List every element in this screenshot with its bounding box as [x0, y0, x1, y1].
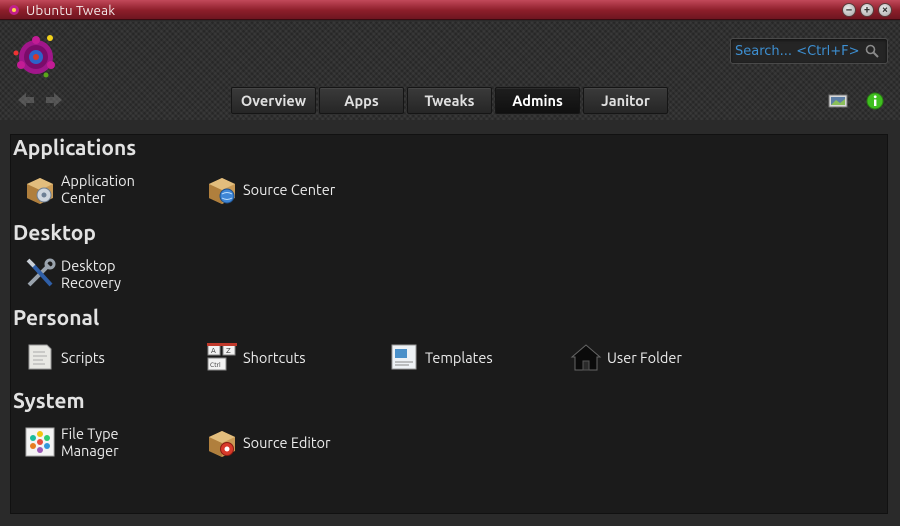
ubuntu-tweak-logo-icon: [13, 35, 55, 78]
item-label: Source Editor: [243, 433, 331, 451]
main-tabs: Overview Apps Tweaks Admins Janitor: [231, 87, 668, 114]
item-label: User Folder: [607, 348, 682, 366]
item-label: Templates: [425, 348, 493, 366]
script-icon: [28, 344, 52, 370]
back-arrow-icon[interactable]: [18, 93, 34, 107]
home-folder-icon: [570, 344, 602, 371]
file-type-icon: [25, 427, 55, 457]
item-scripts[interactable]: Scripts: [23, 339, 171, 375]
item-application-center[interactable]: Application Center: [23, 171, 171, 207]
package-edit-icon: [209, 431, 235, 457]
svg-text:Z: Z: [226, 347, 231, 355]
window-title: Ubuntu Tweak: [26, 1, 116, 18]
section-title-personal: Personal: [13, 305, 100, 329]
tab-apps[interactable]: Apps: [319, 87, 404, 114]
item-source-center[interactable]: Source Center: [205, 171, 353, 207]
package-gear-icon: [27, 178, 53, 204]
item-shortcuts[interactable]: A Z Ctrl Shortcuts: [205, 339, 353, 375]
tab-overview[interactable]: Overview: [231, 87, 316, 114]
search-icon[interactable]: [865, 44, 879, 58]
item-label: Shortcuts: [243, 348, 306, 366]
item-user-folder[interactable]: User Folder: [569, 339, 717, 375]
item-label: File Type Manager: [61, 425, 119, 459]
item-label: Application Center: [61, 172, 135, 206]
forward-arrow-icon[interactable]: [46, 93, 62, 107]
close-button[interactable]: ×: [878, 3, 892, 17]
tab-tweaks[interactable]: Tweaks: [407, 87, 492, 114]
keyboard-shortcut-icon: A Z Ctrl: [207, 343, 237, 371]
item-desktop-recovery[interactable]: Desktop Recovery: [23, 256, 171, 292]
section-title-system: System: [13, 388, 85, 412]
svg-text:Ctrl: Ctrl: [210, 362, 221, 369]
search-box[interactable]: [730, 38, 888, 64]
admins-panel: Applications Application Center Source C…: [10, 134, 888, 514]
search-input[interactable]: [735, 43, 859, 59]
item-file-type-manager[interactable]: File Type Manager: [23, 424, 171, 460]
title-bar[interactable]: Ubuntu Tweak – + ×: [0, 0, 900, 20]
screenshot-icon[interactable]: [828, 93, 848, 109]
item-templates[interactable]: Templates: [387, 339, 535, 375]
template-icon: [391, 344, 417, 370]
item-source-editor[interactable]: Source Editor: [205, 424, 353, 460]
minimize-button[interactable]: –: [842, 3, 856, 17]
item-label: Desktop Recovery: [61, 257, 122, 291]
item-label: Source Center: [243, 180, 336, 198]
section-title-desktop: Desktop: [13, 220, 96, 244]
app-icon: [9, 4, 19, 15]
svg-text:A: A: [211, 347, 216, 355]
tab-janitor[interactable]: Janitor: [583, 87, 668, 114]
info-icon[interactable]: [866, 92, 884, 110]
item-label: Scripts: [61, 348, 105, 366]
tools-icon: [26, 258, 56, 287]
section-title-applications: Applications: [13, 135, 137, 159]
package-globe-icon: [209, 178, 235, 204]
tab-admins[interactable]: Admins: [495, 87, 580, 114]
maximize-button[interactable]: +: [860, 3, 874, 17]
header: Overview Apps Tweaks Admins Janitor: [0, 21, 900, 120]
